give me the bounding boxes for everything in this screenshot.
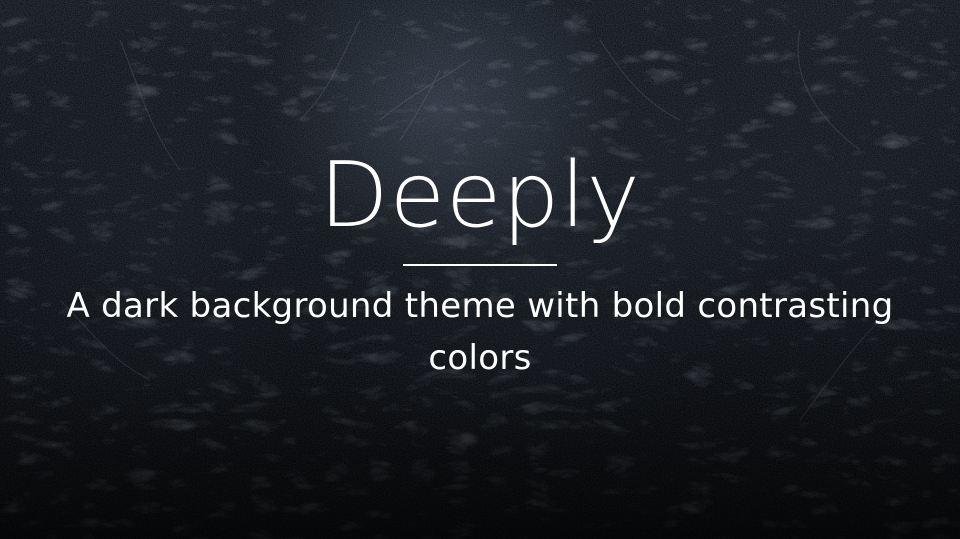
- title-divider: [403, 264, 557, 266]
- title-block: Deeply A dark background theme with bold…: [0, 140, 960, 384]
- slide-subtitle: A dark background theme with bold contra…: [66, 286, 894, 378]
- slide: Deeply A dark background theme with bold…: [0, 0, 960, 539]
- slide-title: Deeply: [319, 143, 641, 248]
